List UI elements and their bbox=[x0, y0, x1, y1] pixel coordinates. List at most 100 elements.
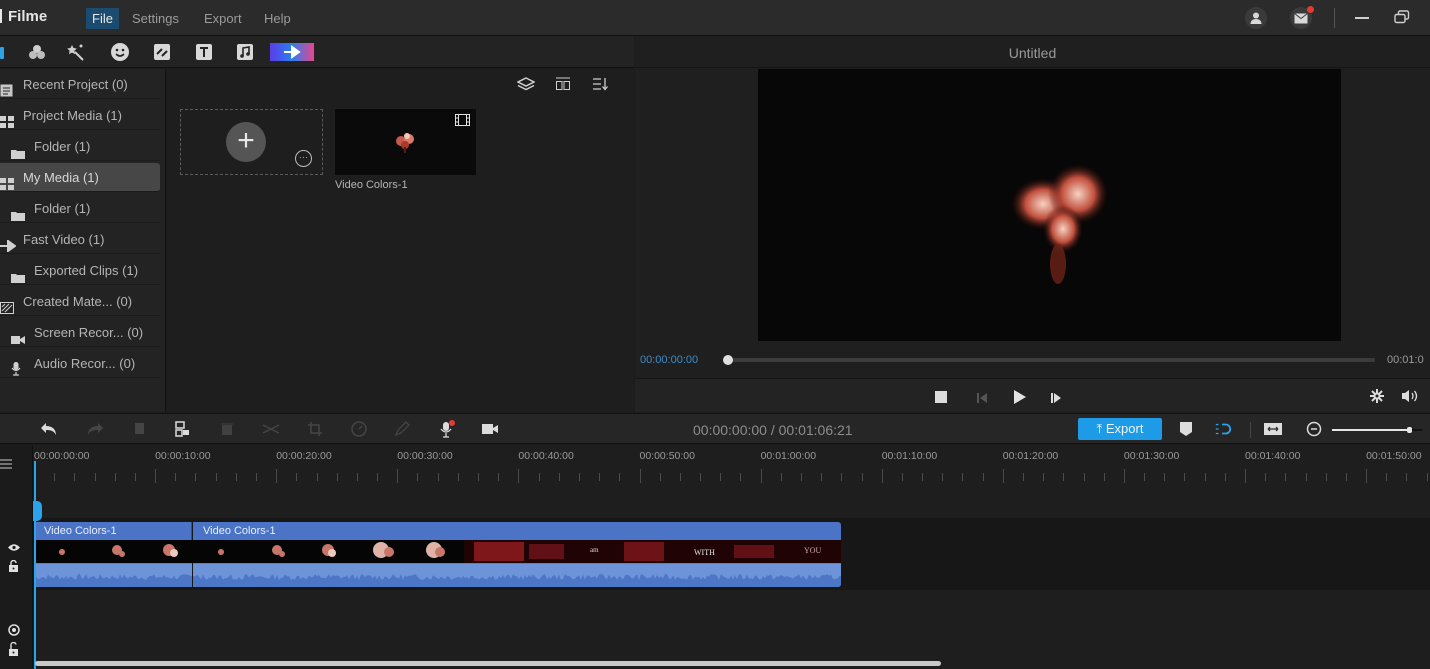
sidebar-item-label: My Media (1) bbox=[23, 170, 99, 185]
menu-settings[interactable]: Settings bbox=[126, 8, 185, 29]
scrubber-handle[interactable] bbox=[723, 355, 733, 365]
media-tools-bar bbox=[0, 36, 634, 68]
edit-icon[interactable] bbox=[393, 420, 411, 438]
templates-icon[interactable] bbox=[270, 42, 314, 62]
menu-file[interactable]: File bbox=[86, 8, 119, 29]
text-icon[interactable] bbox=[194, 42, 214, 62]
ruler-tick bbox=[316, 473, 318, 481]
track1-visibility-eye-icon[interactable] bbox=[8, 539, 20, 557]
filmstrip-text-with: WITH bbox=[694, 548, 715, 557]
menu-export[interactable]: Export bbox=[198, 8, 248, 29]
volume-icon[interactable] bbox=[1401, 389, 1419, 408]
transition-icon[interactable] bbox=[152, 42, 172, 62]
export-button[interactable]: ⤒ Export bbox=[1078, 418, 1162, 440]
record-audio-icon[interactable] bbox=[438, 420, 456, 438]
add-media-button[interactable]: + bbox=[226, 122, 266, 162]
sidebar-item[interactable]: Created Mate... (0) bbox=[0, 287, 160, 316]
split-icon[interactable] bbox=[262, 420, 280, 438]
track2-visibility-eye-icon[interactable] bbox=[8, 623, 20, 641]
ruler-label: 00:01:50:00 bbox=[1366, 450, 1422, 462]
clip-video-thumbnails[interactable]: am WITH YOU bbox=[34, 540, 841, 563]
ruler-tick bbox=[1305, 473, 1307, 481]
record-screen-icon[interactable] bbox=[481, 420, 499, 438]
timeline-menu-icon[interactable] bbox=[0, 457, 12, 475]
track1-lock-icon[interactable] bbox=[8, 559, 19, 577]
clip-title-bar[interactable]: Video Colors-1 bbox=[34, 522, 192, 540]
track2-lock-icon[interactable] bbox=[8, 641, 19, 661]
ruler-tick bbox=[1245, 469, 1246, 483]
zoom-slider[interactable] bbox=[1332, 427, 1422, 433]
sidebar-item[interactable]: Recent Project (0) bbox=[0, 70, 160, 99]
sidebar-item[interactable]: Screen Recor... (0) bbox=[0, 318, 160, 347]
ruler-tick bbox=[478, 473, 480, 481]
sort-icon[interactable] bbox=[592, 77, 608, 96]
sidebar-item[interactable]: Folder (1) bbox=[0, 132, 160, 161]
preview-screen[interactable] bbox=[758, 69, 1341, 341]
ruler-tick bbox=[215, 473, 217, 481]
copy-icon[interactable] bbox=[130, 420, 148, 438]
sidebar-item[interactable]: Project Media (1) bbox=[0, 101, 160, 130]
zoom-out-icon[interactable] bbox=[1305, 420, 1323, 438]
clip-title-bar[interactable]: Video Colors-1 bbox=[193, 522, 841, 540]
paste-icon[interactable] bbox=[173, 420, 191, 438]
playhead-handle[interactable] bbox=[33, 501, 42, 521]
sidebar-item[interactable]: My Media (1) bbox=[0, 163, 160, 192]
delete-icon[interactable] bbox=[218, 420, 236, 438]
clip-audio-waveform[interactable] bbox=[193, 563, 841, 587]
play-button[interactable] bbox=[1013, 389, 1027, 410]
settings-icon[interactable] bbox=[1370, 389, 1384, 408]
media-thumbnail[interactable] bbox=[335, 109, 476, 175]
sidebar-item[interactable]: Exported Clips (1) bbox=[0, 256, 160, 285]
sticker-icon[interactable] bbox=[110, 42, 130, 62]
next-frame-button[interactable] bbox=[1050, 391, 1062, 409]
ruler-tick bbox=[235, 473, 237, 481]
microphone-icon bbox=[11, 357, 24, 376]
magic-wand-icon[interactable] bbox=[66, 42, 86, 62]
more-options-icon[interactable]: ··· bbox=[295, 150, 312, 167]
sidebar-item-label: Project Media (1) bbox=[23, 108, 122, 123]
ruler-tick bbox=[195, 473, 197, 481]
ruler-tick bbox=[336, 473, 338, 481]
ruler-tick bbox=[922, 473, 924, 481]
menu-help[interactable]: Help bbox=[258, 8, 297, 29]
redo-icon[interactable] bbox=[86, 420, 104, 438]
music-icon[interactable] bbox=[235, 42, 255, 62]
crop-icon[interactable] bbox=[306, 420, 324, 438]
zoom-slider-handle[interactable] bbox=[1406, 427, 1412, 433]
clip-audio-waveform[interactable] bbox=[34, 563, 192, 587]
sidebar-item[interactable]: Audio Recor... (0) bbox=[0, 349, 160, 378]
horizontal-scrollbar[interactable] bbox=[35, 661, 941, 666]
stop-button[interactable] bbox=[935, 391, 947, 403]
speed-icon[interactable] bbox=[350, 420, 368, 438]
import-media-box[interactable]: + ··· bbox=[180, 109, 323, 175]
ruler-tick bbox=[457, 473, 459, 481]
media-tab-indicator[interactable] bbox=[0, 47, 4, 59]
account-icon[interactable] bbox=[1245, 7, 1267, 29]
magnet-snap-icon[interactable] bbox=[1214, 420, 1232, 438]
ruler-tick bbox=[276, 469, 278, 483]
marker-icon[interactable] bbox=[1177, 420, 1195, 438]
ruler-tick bbox=[1123, 469, 1125, 483]
ruler-tick bbox=[417, 473, 419, 481]
sidebar-item[interactable]: Folder (1) bbox=[0, 194, 160, 223]
undo-icon[interactable] bbox=[40, 420, 58, 438]
grid-view-icon[interactable] bbox=[555, 77, 571, 96]
minimize-icon[interactable] bbox=[1355, 17, 1369, 19]
effects-icon[interactable] bbox=[27, 42, 47, 62]
previous-frame-button[interactable] bbox=[976, 391, 988, 409]
playhead-line[interactable] bbox=[34, 461, 36, 669]
layers-icon[interactable] bbox=[516, 77, 536, 96]
project-title: Untitled bbox=[635, 36, 1430, 68]
preview-panel: Untitled 00:00:00:00 00:01:0 bbox=[635, 36, 1430, 412]
mail-icon[interactable] bbox=[1290, 6, 1314, 29]
restore-icon[interactable] bbox=[1394, 10, 1410, 24]
ruler-label: 00:00:00:00 bbox=[34, 450, 90, 462]
ruler-label: 00:00:30:00 bbox=[397, 450, 453, 462]
folder-icon bbox=[11, 202, 25, 221]
ruler-tick bbox=[1184, 473, 1186, 481]
sidebar-item[interactable]: Fast Video (1) bbox=[0, 225, 160, 254]
ruler-tick bbox=[659, 473, 661, 481]
ruler-tick bbox=[397, 469, 399, 483]
preview-scrubber[interactable] bbox=[727, 358, 1375, 362]
fit-timeline-icon[interactable] bbox=[1263, 420, 1283, 438]
